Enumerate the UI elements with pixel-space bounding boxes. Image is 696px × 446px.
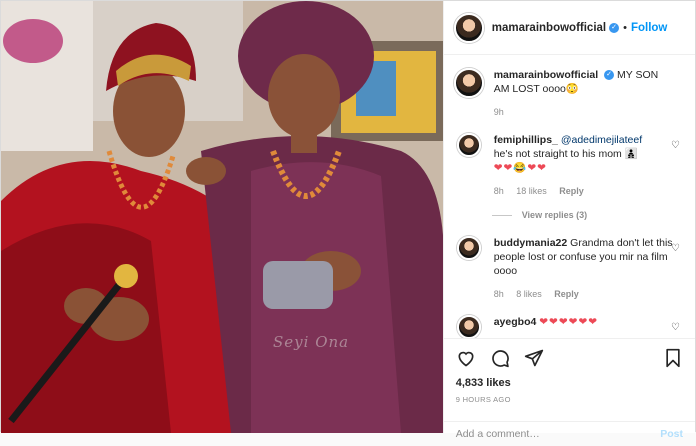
verified-badge-icon: ✓ <box>609 22 620 33</box>
caption: mamarainbowofficial ✓ MY SON AM LOST ooo… <box>453 68 685 119</box>
comment: femiphillips_ @adedimejilateef he's not … <box>454 133 685 198</box>
comment-like-heart-icon[interactable]: ♡ <box>671 323 681 333</box>
reply-button[interactable]: Reply <box>554 289 579 299</box>
avatar[interactable] <box>453 12 484 43</box>
post-photo[interactable]: Seyi Ona <box>1 1 443 433</box>
post-actions: 4,833 likes 9 HOURS AGO Add a comment… P… <box>443 338 695 440</box>
comment-emoji: ❤❤😂❤❤ <box>493 162 547 174</box>
comments-list[interactable]: mamarainbowofficial ✓ MY SON AM LOST ooo… <box>444 56 695 338</box>
comment-likes[interactable]: 8 likes <box>516 289 542 299</box>
verified-badge-icon: ✓ <box>604 70 615 81</box>
comment: buddymania22 Grandma don't let this peop… <box>454 236 685 301</box>
add-comment-input[interactable]: Add a comment… <box>456 428 540 440</box>
caption-username[interactable]: mamarainbowofficial <box>494 69 598 81</box>
header-username[interactable]: mamarainbowofficial <box>492 22 606 34</box>
comment-username[interactable]: buddymania22 <box>494 237 568 249</box>
separator-dot: • <box>623 21 627 34</box>
comment: ayegbo4 ❤❤❤❤❤❤ ♡ <box>454 315 685 338</box>
share-paper-plane-icon[interactable] <box>524 348 544 368</box>
comment-bubble-icon[interactable] <box>490 348 510 368</box>
caption-avatar[interactable] <box>453 68 484 98</box>
save-bookmark-icon[interactable] <box>663 348 683 368</box>
likes-count[interactable]: 4,833 likes <box>456 377 683 389</box>
post-comment-button[interactable]: Post <box>660 428 683 440</box>
instagram-post: Seyi Ona mamarainbowofficial ✓ • Follow … <box>0 0 696 440</box>
comment-mention[interactable]: @adedimejilateef <box>561 134 642 146</box>
reply-button[interactable]: Reply <box>559 186 584 196</box>
comment-avatar[interactable] <box>456 236 481 260</box>
photo-watermark: Seyi Ona <box>273 333 350 351</box>
comment-likes[interactable]: 18 likes <box>516 186 547 196</box>
comment-avatar[interactable] <box>456 315 481 338</box>
couple-photo-illustration <box>1 1 443 433</box>
post-header: mamarainbowofficial ✓ • Follow <box>443 1 695 55</box>
like-heart-icon[interactable] <box>456 348 476 368</box>
post-sidebar: mamarainbowofficial ✓ • Follow mamarainb… <box>442 1 695 440</box>
view-replies-button[interactable]: View replies (3) <box>492 210 685 220</box>
comment-text: he's not straight to his mom 👨‍👦‍👦 <box>493 148 638 160</box>
follow-button[interactable]: Follow <box>631 22 667 34</box>
comment-like-heart-icon[interactable]: ♡ <box>671 141 681 151</box>
post-time-ago: 9 HOURS AGO <box>455 395 511 404</box>
comment-username[interactable]: ayegbo4 <box>494 316 537 328</box>
add-comment-bar: Add a comment… Post <box>443 421 695 446</box>
caption-time: 9h <box>493 107 504 117</box>
comment-avatar[interactable] <box>456 133 481 157</box>
comment-text: ❤❤❤❤❤❤ <box>539 316 599 328</box>
comment-time: 8h <box>493 186 504 196</box>
comment-time: 8h <box>493 289 504 299</box>
comment-like-heart-icon[interactable]: ♡ <box>671 244 681 254</box>
comment-username[interactable]: femiphillips_ <box>494 134 558 146</box>
